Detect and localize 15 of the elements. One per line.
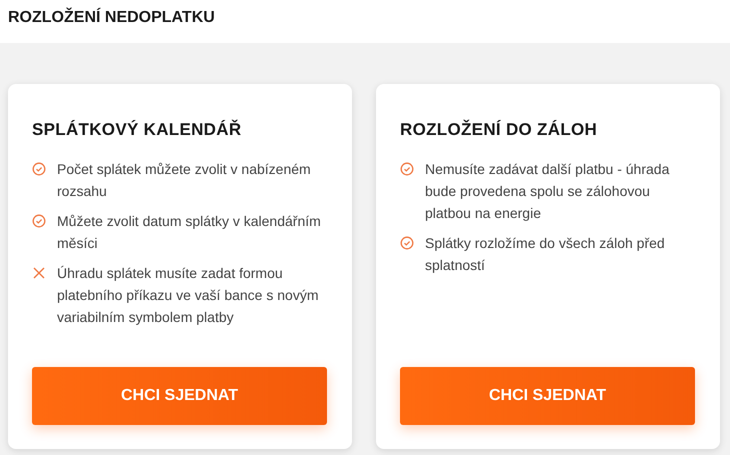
check-circle-icon (32, 162, 46, 176)
cross-icon (32, 266, 46, 280)
card-title: ROZLOŽENÍ DO ZÁLOH (400, 120, 598, 140)
check-circle-icon (400, 162, 414, 176)
feature-text: Úhradu splátek musíte zadat formou platebního příkazu ve vaší bance s novým variabilním symbolem platby (57, 264, 320, 327)
feature-text: Počet splátek můžete zvolit v nabízeném rozsahu (57, 160, 312, 201)
page-title: ROZLOŽENÍ NEDOPLATKU (8, 8, 215, 26)
order-button[interactable]: CHCI SJEDNAT (400, 367, 695, 425)
check-circle-icon (400, 236, 414, 250)
feature-text: Splátky rozložíme do všech záloh před splatností (425, 234, 666, 275)
feature-text: Můžete zvolit datum splátky v kalendářním měsíci (57, 212, 322, 253)
check-circle-icon (32, 214, 46, 228)
card-title: SPLÁTKOVÝ KALENDÁŘ (32, 120, 242, 140)
feature-text: Nemusíte zadávat další platbu - úhrada bude provedena spolu se zálohovou platbou na energie (425, 160, 670, 223)
order-button[interactable]: CHCI SJEDNAT (32, 367, 327, 425)
